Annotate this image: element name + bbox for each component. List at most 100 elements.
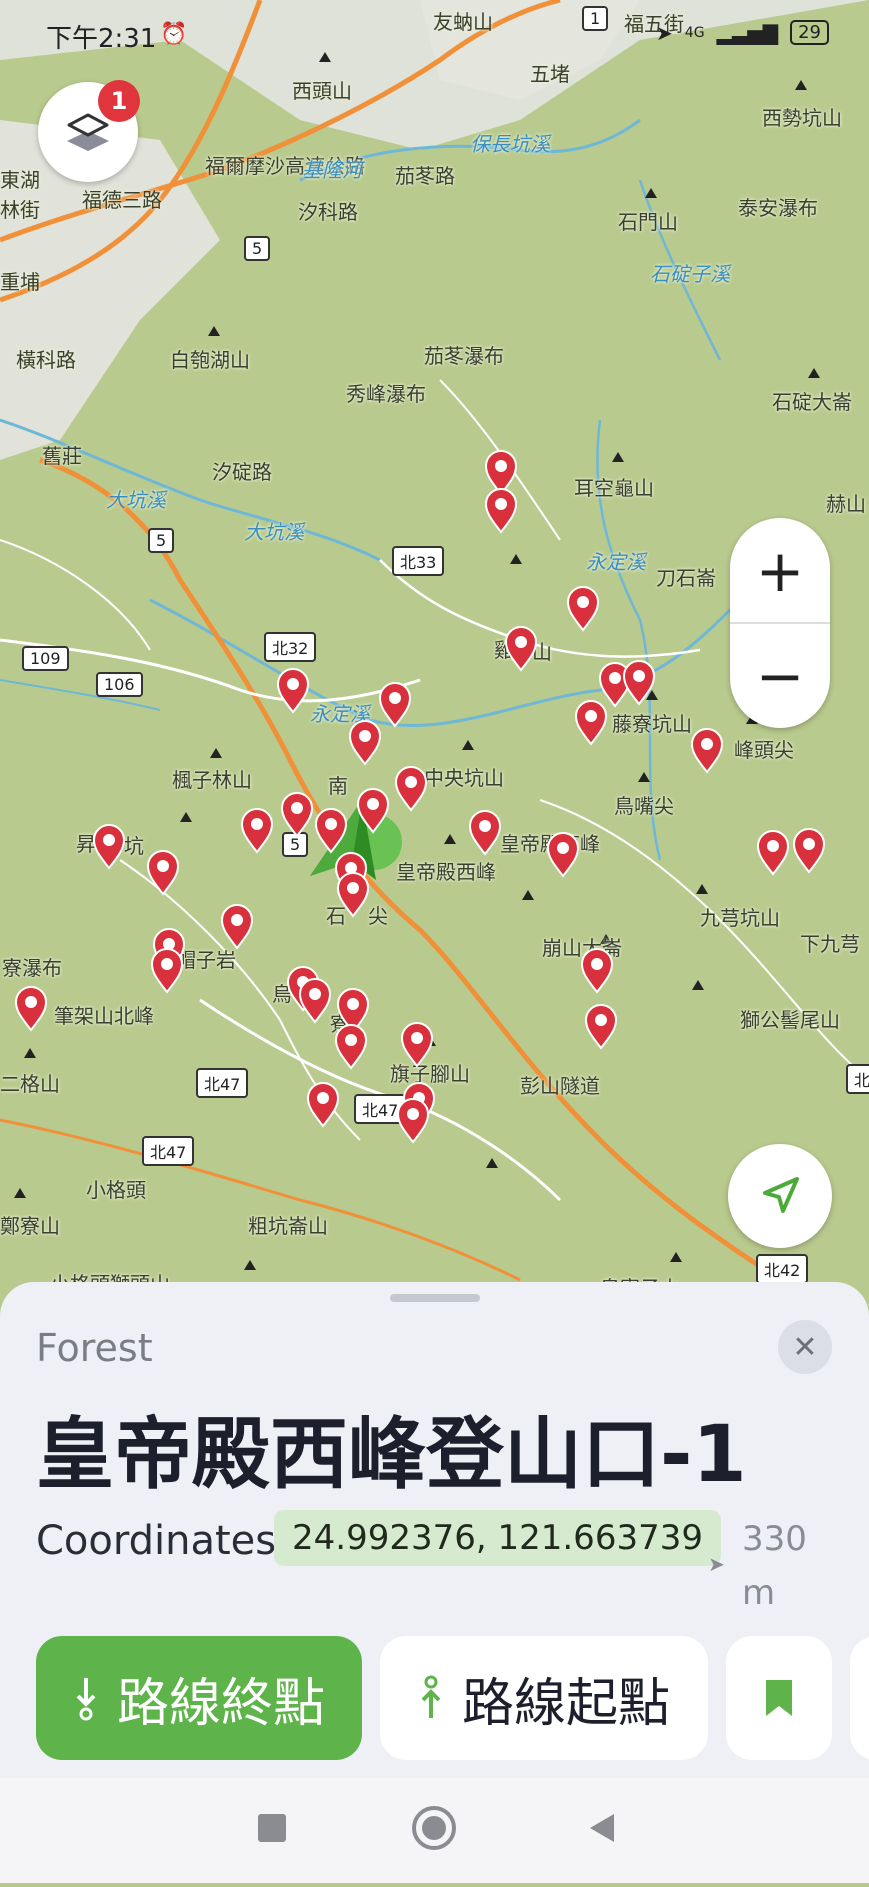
arrow-down-icon — [76, 1678, 96, 1721]
poi-marker[interactable] — [334, 1024, 368, 1070]
poi-marker[interactable] — [574, 700, 608, 746]
peak-icon — [24, 1048, 36, 1058]
map-place-label: 鄭寮山 — [0, 1214, 60, 1238]
map-place-label: 東湖 — [0, 168, 40, 192]
map-place-label: 二格山 — [0, 1072, 60, 1096]
map-place-label: 刀石崙 — [656, 566, 716, 590]
poi-marker[interactable] — [566, 586, 600, 632]
road-shield: 5 — [148, 528, 175, 553]
poi-marker[interactable] — [240, 808, 274, 854]
peak-icon — [670, 1252, 682, 1262]
coordinates-value[interactable]: 24.992376, 121.663739 — [274, 1510, 721, 1566]
status-right: ➤ 4G ▂▃▅▇ 29 — [656, 20, 829, 45]
peak-icon — [444, 834, 456, 844]
poi-marker[interactable] — [504, 626, 538, 672]
map-place-label: 福德三路 — [82, 188, 162, 212]
road-shield: 106 — [96, 672, 143, 697]
poi-marker[interactable] — [348, 720, 382, 766]
map-place-label: 石門山 — [618, 210, 678, 234]
map-road-label: 彭山隧道 — [520, 1074, 600, 1098]
peak-icon — [208, 326, 220, 336]
road-shield: 北 — [846, 1064, 869, 1094]
peak-icon — [696, 884, 708, 894]
poi-marker[interactable] — [280, 792, 314, 838]
map-water-label: 大坑溪 — [244, 520, 304, 544]
poi-marker[interactable] — [92, 824, 126, 870]
poi-marker[interactable] — [314, 808, 348, 854]
map-place-label: 楓子林山 — [172, 768, 252, 792]
map-place-label: 橫科路 — [16, 348, 76, 372]
map-place-label: 石碇大崙 — [772, 390, 852, 414]
bookmark-button[interactable] — [726, 1636, 832, 1760]
poi-marker[interactable] — [580, 948, 614, 994]
map-place-label: 峰頭尖 — [734, 738, 794, 762]
poi-marker[interactable] — [756, 830, 790, 876]
close-icon: ✕ — [792, 1329, 818, 1365]
poi-marker[interactable] — [220, 904, 254, 950]
navigation-arrow-icon — [763, 1177, 799, 1213]
poi-marker[interactable] — [546, 832, 580, 878]
poi-marker[interactable] — [394, 766, 428, 812]
map-place-label: 重埔 — [0, 270, 40, 294]
peak-icon — [462, 740, 474, 750]
route-start-label: 路線起點 — [461, 1673, 670, 1734]
map-water-label: 永定溪 — [586, 550, 646, 574]
poi-marker[interactable] — [336, 872, 370, 918]
map-place-label: 林街 — [0, 198, 40, 222]
poi-marker[interactable] — [306, 1082, 340, 1128]
poi-marker[interactable] — [400, 1022, 434, 1068]
poi-sheet: Forest ✕ 皇帝殿西峰登山口-1 Coordinates 24.99237… — [0, 1282, 869, 1778]
map-place-label: 西勢坑山 — [762, 106, 842, 130]
map-place-label: 西頭山 — [292, 79, 352, 103]
road-shield: 5 — [244, 236, 271, 261]
poi-marker[interactable] — [622, 660, 656, 706]
map-place-label: 寮瀑布 — [2, 956, 62, 980]
peak-icon — [638, 772, 650, 782]
alarm-icon: ⏰ — [160, 22, 188, 47]
poi-marker[interactable] — [396, 1098, 430, 1144]
status-time: 下午2:31 — [46, 24, 157, 54]
zoom-out-button[interactable]: − — [730, 623, 830, 728]
map-water-label: 保長坑溪 — [470, 132, 550, 156]
peak-icon — [210, 748, 222, 758]
route-end-label: 路線終點 — [116, 1673, 325, 1734]
route-start-button[interactable]: 路線起點 — [380, 1636, 708, 1760]
poi-marker[interactable] — [484, 488, 518, 534]
distance-unit: m — [742, 1573, 776, 1613]
poi-marker[interactable] — [690, 728, 724, 774]
poi-category: Forest — [36, 1326, 153, 1370]
map-place-label: 筆架山北峰 — [54, 1004, 154, 1028]
road-shield: 北32 — [264, 632, 317, 662]
map-water-label: 石碇子溪 — [650, 262, 730, 286]
poi-marker[interactable] — [298, 978, 332, 1024]
distance: 330 m — [742, 1512, 812, 1620]
poi-marker[interactable] — [584, 1004, 618, 1050]
more-actions-button[interactable] — [850, 1636, 869, 1760]
bookmark-icon — [766, 1680, 792, 1716]
map-water-label: 大坑溪 — [106, 488, 166, 512]
map-place-label: 尖 — [368, 904, 388, 928]
route-end-button[interactable]: 路線終點 — [36, 1636, 362, 1760]
zoom-in-button[interactable]: + — [730, 518, 830, 623]
road-shield: 北42 — [756, 1254, 809, 1284]
battery-icon: 29 — [790, 20, 829, 45]
poi-marker[interactable] — [356, 788, 390, 834]
locate-button[interactable] — [728, 1144, 832, 1248]
coordinates-label: Coordinates — [36, 1518, 277, 1564]
poi-marker[interactable] — [14, 986, 48, 1032]
close-button[interactable]: ✕ — [778, 1320, 832, 1374]
sheet-handle[interactable] — [390, 1294, 480, 1302]
poi-marker[interactable] — [146, 850, 180, 896]
peak-icon — [795, 80, 807, 90]
arrow-up-icon — [421, 1675, 441, 1718]
map-place-label: 皇帝殿西峰 — [396, 860, 496, 884]
zoom-divider — [730, 622, 830, 624]
distance-value: 330 — [742, 1519, 807, 1559]
map-water-label: 基隆河 — [302, 158, 362, 182]
poi-marker[interactable] — [150, 948, 184, 994]
poi-marker[interactable] — [792, 828, 826, 874]
road-shield: 109 — [22, 646, 69, 671]
poi-marker[interactable] — [378, 682, 412, 728]
poi-marker[interactable] — [276, 668, 310, 714]
poi-marker[interactable] — [468, 810, 502, 856]
